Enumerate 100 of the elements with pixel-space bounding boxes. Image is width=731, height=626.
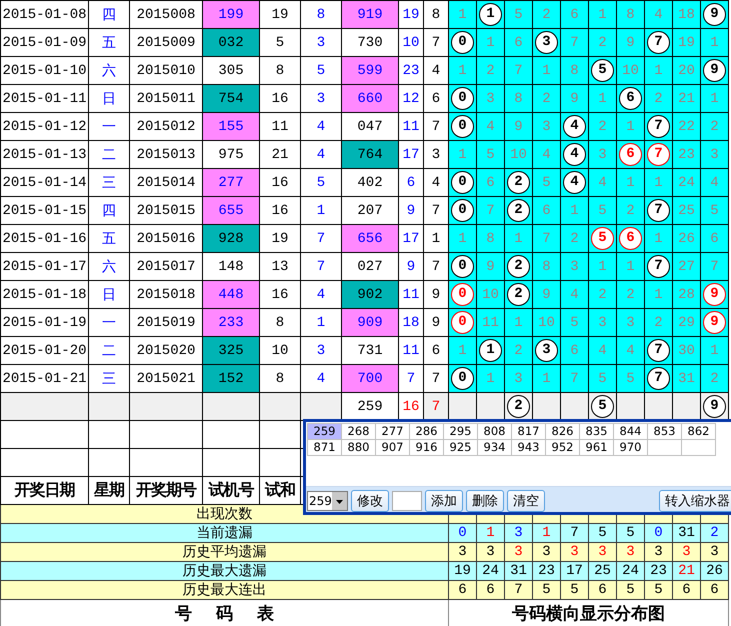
action-button[interactable]: 清空	[507, 490, 545, 512]
trial-sum-cell: 16	[260, 280, 300, 308]
number-ball: 0	[451, 311, 474, 334]
trial-number-cell: 233	[202, 308, 260, 336]
stat-value: 5	[532, 580, 560, 600]
action-button[interactable]: 修改	[351, 490, 389, 512]
miss-count-cell: 5	[588, 196, 616, 224]
sum-cell: 9	[398, 252, 424, 280]
date-cell: 2015-01-20	[0, 336, 88, 364]
miss-count-cell: 18	[672, 0, 700, 28]
miss-count-cell: 6	[560, 0, 588, 28]
miss-count-cell: 1	[616, 168, 644, 196]
miss-count-cell: 28	[672, 280, 700, 308]
miss-count-cell: 7	[532, 224, 560, 252]
winning-number-cell: 730	[342, 28, 398, 56]
miss-count-cell: 2	[588, 28, 616, 56]
number-dropdown[interactable]: 259	[307, 491, 348, 511]
sum-cell: 12	[398, 84, 424, 112]
miss-count-cell: 6	[560, 336, 588, 364]
number-ball: 2	[507, 199, 530, 222]
miss-count-cell: 1	[700, 28, 728, 56]
date-cell: 2015-01-19	[0, 308, 88, 336]
sum-cell: 11	[398, 280, 424, 308]
input-field[interactable]	[392, 491, 422, 511]
miss-count-cell: 5	[616, 364, 644, 392]
candidate-number[interactable]: 871	[307, 439, 342, 456]
number-ball: 7	[647, 255, 670, 278]
empty-cell[interactable]	[681, 439, 716, 456]
stat-label: 历史最大连出	[0, 580, 448, 600]
number-ball: 9	[703, 59, 726, 82]
miss-count-cell: 3	[532, 112, 560, 140]
miss-count-cell: 5	[532, 168, 560, 196]
winning-number-cell: 919	[342, 0, 398, 28]
miss-count-cell: 2	[560, 224, 588, 252]
trial-number-cell: 155	[202, 112, 260, 140]
weekday-cell: 二	[88, 140, 130, 168]
candidate-number[interactable]: 862	[681, 423, 716, 440]
miss-count-cell: 4	[616, 336, 644, 364]
miss-count-cell: 2	[644, 308, 672, 336]
date-cell: 2015-01-14	[0, 168, 88, 196]
miss-count-cell: 1	[448, 336, 476, 364]
number-ball: 0	[451, 31, 474, 54]
trial-sum-cell: 19	[260, 224, 300, 252]
number-ball: 1	[479, 3, 502, 26]
winning-number-cell: 207	[342, 196, 398, 224]
number-ball: 9	[703, 3, 726, 26]
stat-value: 5	[560, 580, 588, 600]
date-cell: 2015-01-10	[0, 56, 88, 84]
trial-number-cell: 199	[202, 0, 260, 28]
action-button[interactable]: 添加	[425, 490, 463, 512]
miss-count-cell: 30	[672, 336, 700, 364]
miss-count-cell: 7	[476, 196, 504, 224]
miss-count-cell: 7	[560, 364, 588, 392]
date-cell: 2015-01-12	[0, 112, 88, 140]
trial-sum-cell: 8	[260, 308, 300, 336]
date-cell: 2015-01-08	[0, 0, 88, 28]
trial-number-cell: 928	[202, 224, 260, 252]
miss-count-cell: 1	[588, 84, 616, 112]
miss-count-cell: 9	[504, 112, 532, 140]
miss-count-cell: 1	[616, 112, 644, 140]
action-button[interactable]: 删除	[466, 490, 504, 512]
miss-count-cell: 5	[700, 196, 728, 224]
miss-count-cell: 1	[644, 280, 672, 308]
trial-sum-cell: 16	[260, 168, 300, 196]
trial-sum-cell: 8	[260, 56, 300, 84]
miss-count-cell: 1	[532, 56, 560, 84]
miss-count-cell: 19	[672, 28, 700, 56]
miss-count-cell: 4	[532, 140, 560, 168]
number-ball: 3	[535, 31, 558, 54]
miss-count-cell: 2	[476, 56, 504, 84]
miss-count-cell: 2	[700, 364, 728, 392]
weekday-cell: 日	[88, 84, 130, 112]
winning-number-cell: 909	[342, 308, 398, 336]
date-cell: 2015-01-16	[0, 224, 88, 252]
stat-value: 5	[644, 580, 672, 600]
trial-sum-cell: 19	[260, 0, 300, 28]
miss-count-cell: 1	[700, 84, 728, 112]
number-ball: 5	[591, 395, 614, 418]
weekday-cell: 四	[88, 0, 130, 28]
miss-count-cell: 1	[476, 28, 504, 56]
number-ball: 2	[507, 395, 530, 418]
number-ball: 0	[451, 283, 474, 306]
number-ball: 7	[647, 367, 670, 390]
number-ball: 4	[563, 115, 586, 138]
miss-count-cell: 2	[532, 84, 560, 112]
miss-count-cell: 5	[588, 364, 616, 392]
winning-number-cell: 700	[342, 364, 398, 392]
sum-cell: 19	[398, 0, 424, 28]
action-button[interactable]: 转入缩水器	[659, 490, 731, 512]
miss-count-cell: 7	[504, 56, 532, 84]
date-cell: 2015-01-11	[0, 84, 88, 112]
weekday-cell: 四	[88, 196, 130, 224]
sum-cell: 6	[398, 168, 424, 196]
miss-count-cell: 1	[644, 168, 672, 196]
miss-count-cell: 1	[616, 252, 644, 280]
date-cell: 2015-01-15	[0, 196, 88, 224]
candidate-number[interactable]: 259	[307, 423, 342, 440]
miss-count-cell: 9	[476, 252, 504, 280]
sum-cell: 17	[398, 140, 424, 168]
number-ball: 0	[451, 199, 474, 222]
